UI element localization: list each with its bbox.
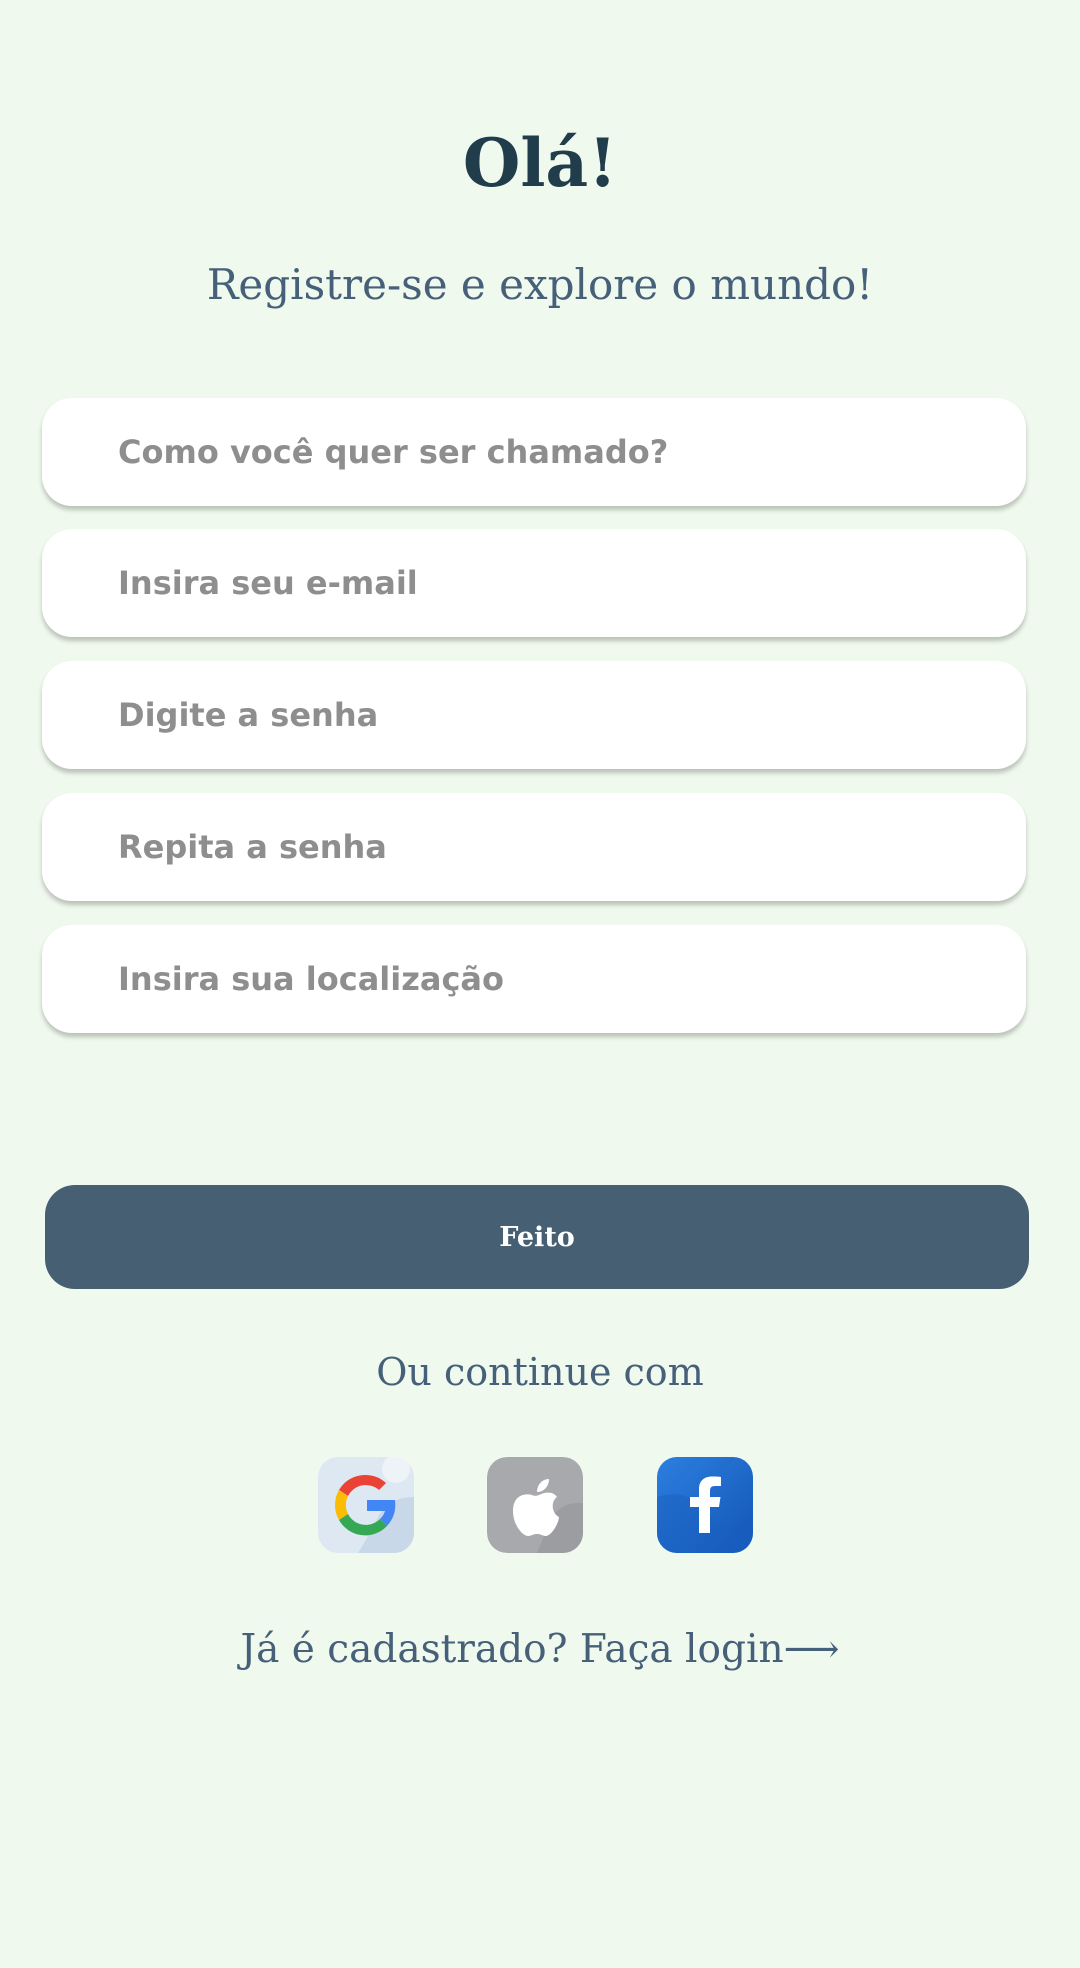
social-login-label: Ou continue com bbox=[376, 1350, 704, 1394]
name-field[interactable] bbox=[42, 398, 1026, 506]
google-icon bbox=[318, 1457, 414, 1553]
apple-icon bbox=[487, 1457, 583, 1553]
password-field[interactable] bbox=[42, 661, 1026, 769]
email-field[interactable] bbox=[42, 529, 1026, 637]
facebook-icon bbox=[657, 1457, 753, 1553]
submit-button[interactable]: Feito bbox=[45, 1185, 1029, 1289]
repeat-password-field[interactable] bbox=[42, 793, 1026, 901]
page-subtitle: Registre-se e explore o mundo! bbox=[206, 260, 874, 309]
location-field-container bbox=[42, 925, 1026, 1033]
login-link-text: Já é cadastrado? Faça login bbox=[240, 1627, 784, 1672]
facebook-login-button[interactable] bbox=[657, 1457, 753, 1553]
page-title: Olá! bbox=[462, 124, 618, 202]
google-login-button[interactable] bbox=[318, 1457, 414, 1553]
repeat-password-field-container bbox=[42, 793, 1026, 901]
location-field[interactable] bbox=[42, 925, 1026, 1033]
email-field-container bbox=[42, 529, 1026, 637]
name-field-container bbox=[42, 398, 1026, 506]
password-field-container bbox=[42, 661, 1026, 769]
login-link[interactable]: Já é cadastrado? Faça login⟶ bbox=[0, 1620, 1080, 1680]
arrow-right-icon: ⟶ bbox=[783, 1627, 840, 1672]
apple-login-button[interactable] bbox=[487, 1457, 583, 1553]
